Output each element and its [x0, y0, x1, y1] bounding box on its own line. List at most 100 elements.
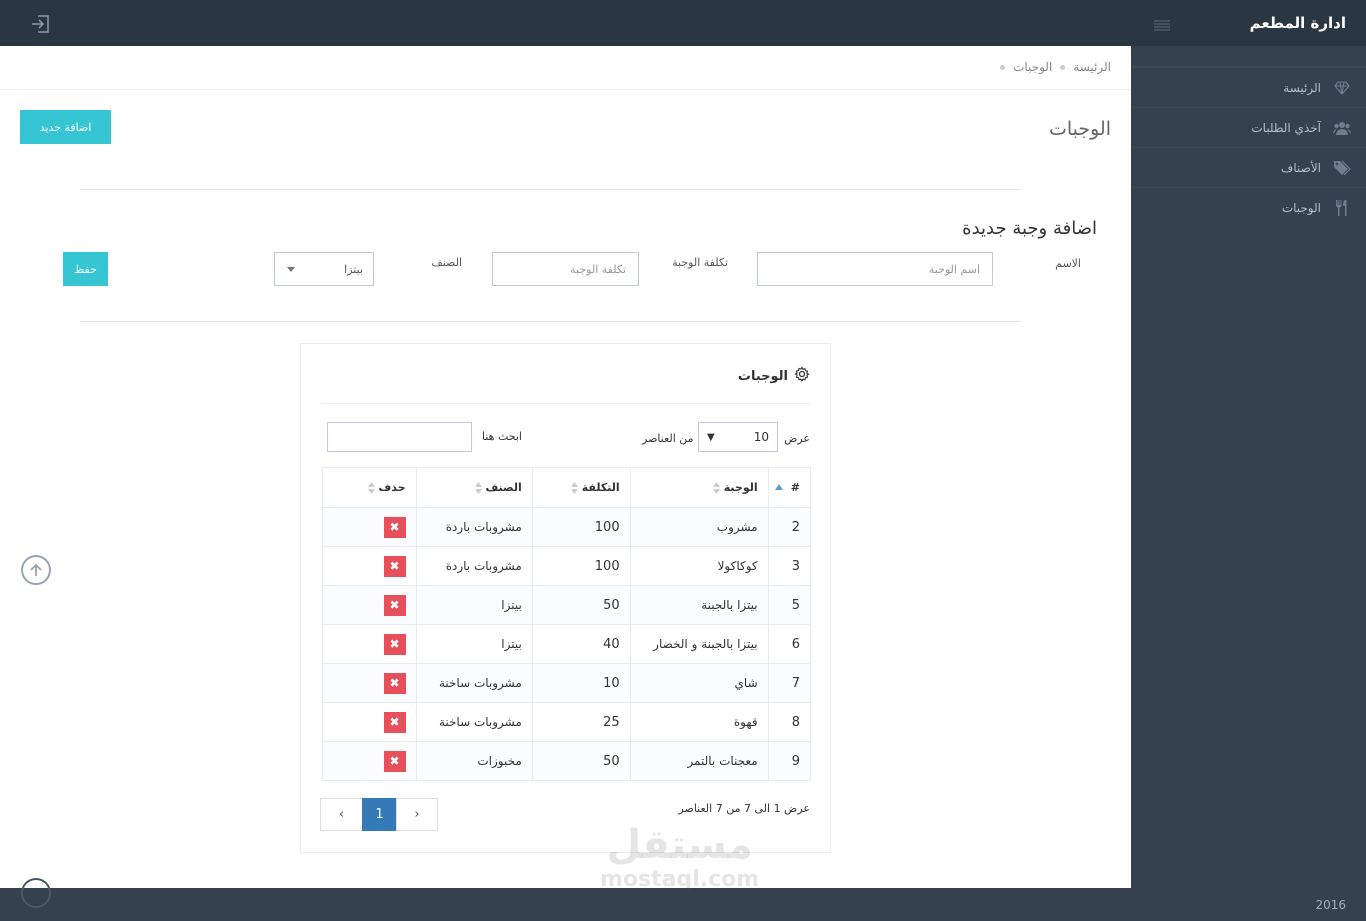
col-header-label: حذف — [378, 481, 406, 494]
cell-cost: 10 — [531, 663, 631, 703]
delete-button[interactable]: ✖ — [383, 711, 406, 733]
col-header-cost[interactable]: التكلفة — [531, 467, 631, 508]
cell-category: مشروبات باردة — [415, 546, 533, 586]
sidebar-item-label: الرئيسة — [1283, 80, 1321, 95]
sidebar-item-home[interactable]: الرئيسة — [1131, 67, 1366, 107]
meals-table: # الوجبة التكلفة الصنف حذف 2 مشروب 100 م… — [322, 467, 812, 781]
portlet-title: الوجبات — [738, 366, 810, 386]
cell-category: مشروبات باردة — [415, 507, 533, 547]
col-header-category[interactable]: الصنف — [415, 467, 533, 508]
divider — [321, 403, 810, 404]
watermark-latin: mostaql.com — [600, 867, 760, 892]
sidebar-item-categories[interactable]: الأصناف — [1131, 147, 1366, 187]
sort-icon — [570, 482, 578, 494]
app-title[interactable]: ادارة المطعم — [1250, 14, 1346, 32]
sidebar-item-label: آخذي الطلبات — [1251, 120, 1321, 135]
cell-cost: 25 — [531, 702, 631, 742]
cell-id: 6 — [767, 624, 812, 664]
logout-icon[interactable] — [30, 13, 52, 35]
col-header-id[interactable]: # — [767, 467, 812, 508]
table-row: 7 شاي 10 مشروبات ساخنة ✖ — [322, 663, 812, 703]
length-suffix: من العناصر — [642, 432, 694, 445]
page-length-value: 10 — [753, 430, 769, 444]
pagination: ‹ 1 › — [320, 798, 438, 831]
meal-name-input[interactable]: اسم الوجبة — [757, 252, 993, 286]
category-select-value: بيتزا — [344, 262, 363, 276]
tags-icon — [1333, 159, 1351, 177]
cell-category: بيتزا — [415, 624, 533, 664]
sidebar-item-meals[interactable]: الوجبات — [1131, 187, 1366, 227]
caret-down-icon: ▼ — [707, 431, 715, 443]
cell-id: 5 — [767, 585, 812, 625]
breadcrumb-current[interactable]: الوجبات — [1013, 60, 1052, 74]
table-info: عرض 1 الى 7 من 7 العناصر — [678, 802, 810, 815]
col-header-label: الصنف — [485, 481, 522, 494]
cell-delete: ✖ — [322, 702, 417, 742]
divider — [0, 89, 1131, 90]
cell-id: 2 — [767, 507, 812, 547]
save-button[interactable]: حفظ — [63, 252, 108, 286]
search-input[interactable] — [327, 422, 472, 452]
breadcrumb-separator — [1000, 64, 1006, 70]
pagination-page-button[interactable]: 1 — [362, 798, 397, 831]
length-prefix: عرض — [784, 432, 810, 445]
sort-icon — [367, 482, 375, 494]
menu-toggle-icon[interactable] — [1154, 17, 1170, 31]
delete-button[interactable]: ✖ — [383, 555, 406, 577]
cell-id: 8 — [767, 702, 812, 742]
cell-cost: 100 — [531, 546, 631, 586]
table-row: 5 بيتزا بالجبنة 50 بيتزا ✖ — [322, 585, 812, 625]
cell-cost: 50 — [531, 585, 631, 625]
cost-label: تكلفة الوجبة — [672, 256, 728, 269]
delete-button[interactable]: ✖ — [383, 633, 406, 655]
portlet-title-text: الوجبات — [737, 368, 788, 384]
sidebar-item-label: الوجبات — [1281, 200, 1321, 215]
meal-cost-input[interactable]: تكلفة الوجبة — [492, 252, 639, 286]
sort-icon — [474, 482, 482, 494]
pagination-next-button[interactable]: › — [396, 798, 438, 831]
delete-button[interactable]: ✖ — [383, 672, 406, 694]
cell-delete: ✖ — [322, 741, 417, 781]
pagination-prev-button[interactable]: ‹ — [320, 798, 363, 831]
divider — [80, 321, 1020, 322]
add-new-button[interactable]: اضافة جديد — [20, 110, 111, 144]
cell-delete: ✖ — [322, 507, 417, 547]
gear-icon — [794, 366, 810, 386]
scroll-to-top-footer-icon[interactable] — [21, 878, 51, 908]
cell-category: مشروبات ساخنة — [415, 663, 533, 703]
cell-id: 9 — [767, 741, 812, 781]
cell-meal: بيتزا بالجبنة و الخضار — [629, 624, 769, 664]
cell-id: 7 — [767, 663, 812, 703]
breadcrumb: الرئيسة الوجبات — [1000, 60, 1111, 74]
delete-button[interactable]: ✖ — [383, 516, 406, 538]
watermark-logo: مستقل mostaql.com — [600, 822, 759, 892]
footer-year: 2016 — [1315, 898, 1346, 912]
delete-button[interactable]: ✖ — [383, 750, 406, 772]
sidebar-item-waiters[interactable]: آخذي الطلبات — [1131, 107, 1366, 147]
table-row: 2 مشروب 100 مشروبات باردة ✖ — [322, 507, 812, 547]
cell-delete: ✖ — [322, 624, 417, 664]
cell-meal: كوكاكولا — [629, 546, 769, 586]
page-length-select[interactable]: ▼ 10 — [698, 422, 778, 452]
cell-delete: ✖ — [322, 663, 417, 703]
col-header-delete[interactable]: حذف — [322, 467, 417, 508]
table-row: 6 بيتزا بالجبنة و الخضار 40 بيتزا ✖ — [322, 624, 812, 664]
category-select[interactable]: بيتزا — [274, 252, 374, 286]
col-header-meal[interactable]: الوجبة — [629, 467, 769, 508]
search-label: ابحث هنا — [482, 430, 522, 443]
cell-cost: 50 — [531, 741, 631, 781]
diamond-icon — [1333, 79, 1351, 97]
sidebar-item-label: الأصناف — [1280, 160, 1321, 175]
cell-category: مخبوزات — [415, 741, 533, 781]
delete-button[interactable]: ✖ — [383, 594, 406, 616]
chevron-down-icon — [287, 267, 295, 272]
breadcrumb-home[interactable]: الرئيسة — [1073, 60, 1111, 74]
scroll-to-top-icon[interactable] — [21, 555, 51, 585]
col-header-label: # — [790, 481, 800, 494]
cell-delete: ✖ — [322, 585, 417, 625]
cell-category: بيتزا — [415, 585, 533, 625]
cell-meal: قهوة — [629, 702, 769, 742]
divider — [80, 189, 1020, 190]
cell-meal: مشروب — [629, 507, 769, 547]
table-row: 9 معجنات بالتمر 50 مخبوزات ✖ — [322, 741, 812, 781]
